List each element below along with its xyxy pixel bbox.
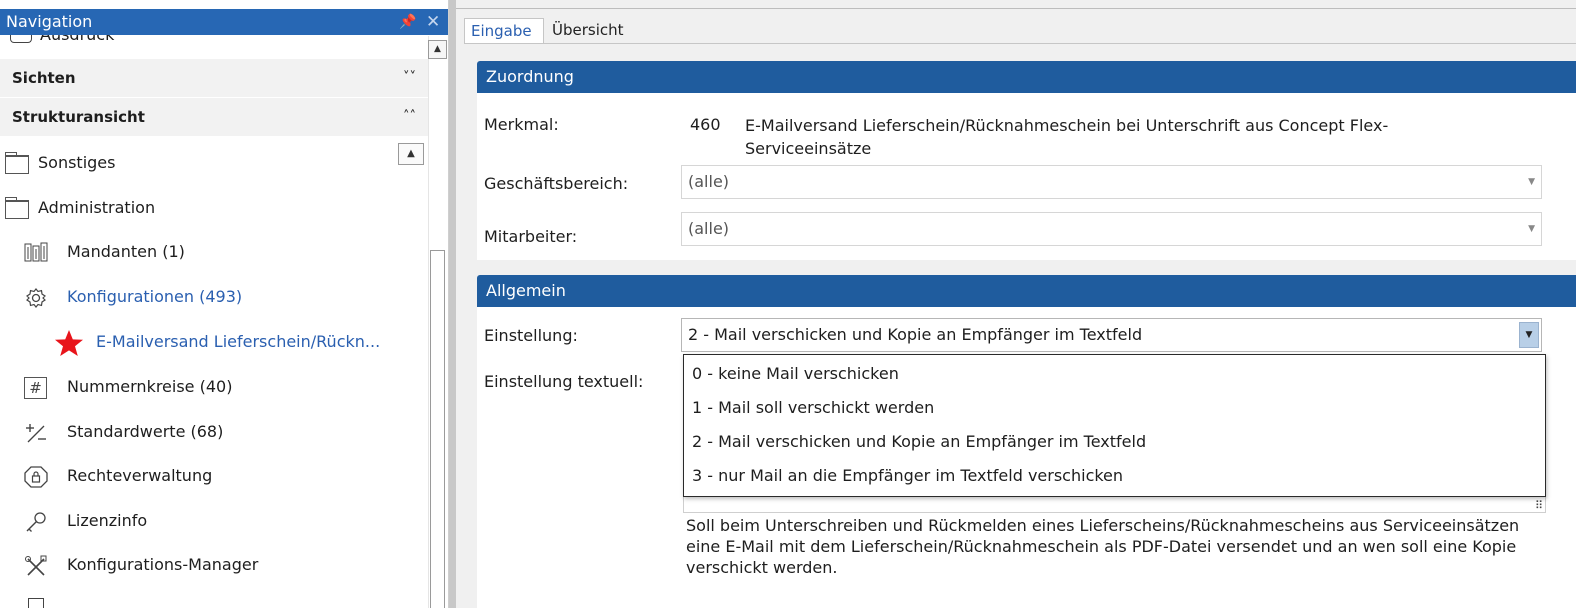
tree-item-mandanten[interactable]: Mandanten (1) xyxy=(18,232,398,272)
shield-lock-icon xyxy=(24,466,48,488)
mitarbeiter-dropdown[interactable]: (alle) ▼ xyxy=(681,212,1542,246)
tree-item-konfigurationen-label: Konfigurationen (493) xyxy=(67,287,243,306)
document-icon xyxy=(28,598,44,608)
building-icon xyxy=(24,242,48,264)
dropdown-arrow-icon[interactable]: ▼ xyxy=(1519,322,1539,348)
tree-item-rechteverwaltung-label: Rechteverwaltung xyxy=(67,466,213,485)
section-sichten[interactable]: Sichten ˅˅ xyxy=(0,59,428,97)
tree-item-konfigurations-manager-label: Konfigurations-Manager xyxy=(67,555,259,574)
tab-divider xyxy=(464,43,1576,44)
print-icon xyxy=(10,35,32,43)
tree-item-sonstiges[interactable]: Sonstiges xyxy=(0,143,390,183)
mitarbeiter-value: (alle) xyxy=(688,219,730,238)
gear-icon xyxy=(24,287,48,309)
tree-item-mandanten-label: Mandanten (1) xyxy=(67,242,185,261)
hash-icon: # xyxy=(24,377,47,399)
navigation-title-bar: Navigation 📌 ✕ xyxy=(0,9,448,35)
section-strukturansicht[interactable]: Strukturansicht ˄˄ xyxy=(0,98,428,136)
star-icon xyxy=(54,329,84,357)
chevron-double-down-icon[interactable]: ˅˅ xyxy=(403,59,416,97)
folder-open-icon xyxy=(5,197,29,219)
einstellung-label: Einstellung: xyxy=(484,326,578,345)
geschaeftsbereich-dropdown[interactable]: (alle) ▼ xyxy=(681,165,1542,199)
group-header-zuordnung[interactable]: Zuordnung xyxy=(477,61,1576,93)
einstellung-dropdown[interactable]: 2 - Mail verschicken und Kopie an Empfän… xyxy=(681,318,1542,352)
section-strukturansicht-label: Strukturansicht xyxy=(12,108,145,126)
top-divider xyxy=(456,8,1576,9)
section-sichten-label: Sichten xyxy=(12,69,76,87)
tree-item-konfigurationen[interactable]: Konfigurationen (493) xyxy=(18,277,260,317)
tree-item-lizenzinfo-label: Lizenzinfo xyxy=(67,511,148,530)
option-1[interactable]: 1 - Mail soll verschickt werden xyxy=(684,391,1545,425)
nav-scroll-up-button[interactable]: ▲ xyxy=(428,40,447,59)
group-header-allgemein[interactable]: Allgemein xyxy=(477,275,1576,307)
option-2[interactable]: 2 - Mail verschicken und Kopie an Empfän… xyxy=(684,425,1545,459)
merkmal-label: Merkmal: xyxy=(484,115,559,134)
option-0[interactable]: 0 - keine Mail verschicken xyxy=(684,357,1545,391)
tree-item-email-label: E-Mailversand Lieferschein/Rückn... xyxy=(96,332,381,351)
einstellung-options-list[interactable]: 0 - keine Mail verschicken 1 - Mail soll… xyxy=(683,354,1546,497)
tree-item-rechteverwaltung[interactable]: Rechteverwaltung xyxy=(18,456,398,496)
geschaeftsbereich-label: Geschäftsbereich: xyxy=(484,174,629,193)
key-icon xyxy=(24,511,48,533)
plus-minus-icon xyxy=(24,422,48,444)
tree-item-sonstiges-label: Sonstiges xyxy=(38,153,116,172)
pin-icon[interactable]: 📌 xyxy=(399,9,416,35)
tree-item-email-selected[interactable]: E-Mailversand Lieferschein/Rückn... xyxy=(48,320,400,364)
tab-eingabe[interactable]: Eingabe xyxy=(464,18,544,44)
nav-scroll-thumb[interactable] xyxy=(430,250,445,608)
merkmal-text: E-Mailversand Lieferschein/Rücknahmesche… xyxy=(745,116,1389,158)
panel-splitter[interactable] xyxy=(449,0,456,608)
tree-item-lizenzinfo[interactable]: Lizenzinfo xyxy=(18,501,398,541)
geschaeftsbereich-value: (alle) xyxy=(688,172,730,191)
tree-scroll-up-button[interactable]: ▲ xyxy=(398,143,424,165)
tree-item-standardwerte[interactable]: Standardwerte (68) xyxy=(18,412,398,452)
tree-item-konfigurations-manager[interactable]: Konfigurations-Manager xyxy=(18,545,398,585)
close-icon[interactable]: ✕ xyxy=(426,9,440,35)
tree-item-nummernkreise[interactable]: # Nummernkreise (40) xyxy=(18,367,398,407)
tree-item-partial[interactable] xyxy=(18,592,398,608)
navigation-title: Navigation xyxy=(6,12,93,31)
einstellung-value: 2 - Mail verschicken und Kopie an Empfän… xyxy=(688,325,1143,344)
resize-grip-icon[interactable]: ⠿ xyxy=(1535,500,1543,512)
tree-item-administration[interactable]: Administration xyxy=(0,188,390,228)
einstellung-textuell-textarea[interactable]: ⠿ xyxy=(683,497,1546,513)
einstellung-description: Soll beim Unterschreiben und Rückmelden … xyxy=(686,516,1520,577)
nav-item-ausdruck[interactable]: Ausdruck xyxy=(0,35,425,59)
nav-item-ausdruck-label: Ausdruck xyxy=(40,35,114,44)
chevron-double-up-icon[interactable]: ˄˄ xyxy=(403,98,416,136)
dropdown-arrow-icon: ▼ xyxy=(1528,224,1535,234)
einstellung-textuell-label: Einstellung textuell: xyxy=(484,372,644,391)
dropdown-arrow-icon: ▼ xyxy=(1528,177,1535,187)
tree-item-standardwerte-label: Standardwerte (68) xyxy=(67,422,224,441)
tools-icon xyxy=(24,555,48,577)
option-3[interactable]: 3 - nur Mail an die Empfänger im Textfel… xyxy=(684,459,1545,493)
navigation-panel: Navigation 📌 ✕ Ausdruck ▲ Sichten ˅˅ Str… xyxy=(0,0,449,608)
tree-item-administration-label: Administration xyxy=(38,198,156,217)
mitarbeiter-label: Mitarbeiter: xyxy=(484,227,578,246)
merkmal-number: 460 xyxy=(690,115,721,134)
folder-icon xyxy=(5,152,29,174)
tree-item-nummernkreise-label: Nummernkreise (40) xyxy=(67,377,233,396)
tab-uebersicht[interactable]: Übersicht xyxy=(546,18,650,44)
